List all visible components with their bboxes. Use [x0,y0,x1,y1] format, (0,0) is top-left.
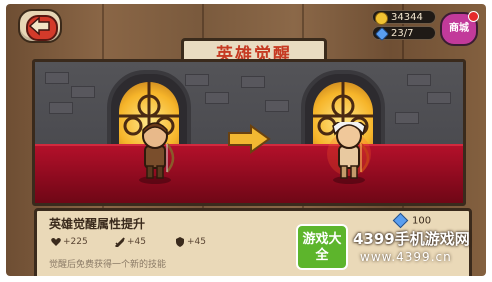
site-watermark: 游戏大全 4399手机游戏网 www.4399.cn [296,224,486,270]
heart-icon [51,238,61,246]
sword-icon [115,237,125,247]
hp-stat: +225 [51,237,88,247]
defense-stat: +45 [175,237,206,247]
notification-dot [468,11,479,22]
hp-stat-value: +225 [63,237,88,247]
gold-counter: 34344 [372,10,436,25]
gem-amount: 23/7 [391,28,414,39]
back-button[interactable] [18,9,62,43]
red-carpet-floor [35,146,463,203]
attack-stat: +45 [115,237,146,247]
watermark-badge: 游戏大全 [296,224,348,270]
shield-icon [176,237,184,247]
awaken-description: 觉醒后免费获得一个新的技能 [49,260,167,270]
watermark-url: www.4399.cn [360,250,452,264]
gold-amount: 34344 [391,12,423,23]
awakening-scene [32,59,466,206]
back-arrow-icon [28,16,50,36]
shop-button[interactable]: 商城 [440,11,479,46]
gem-icon [374,26,390,42]
defense-stat-value: +45 [187,237,206,247]
hero-before-sprite [139,122,175,184]
gold-coin-icon [375,12,388,25]
gem-counter: 23/7 [372,26,436,42]
hero-awakened-sprite [327,122,371,184]
watermark-brand: 4399手机游戏网 [353,230,470,248]
shop-label: 商城 [449,23,469,34]
right-arrow-icon [228,124,271,154]
awaken-panel-title: 英雄觉醒属性提升 [49,217,146,231]
attack-stat-value: +45 [127,237,146,247]
